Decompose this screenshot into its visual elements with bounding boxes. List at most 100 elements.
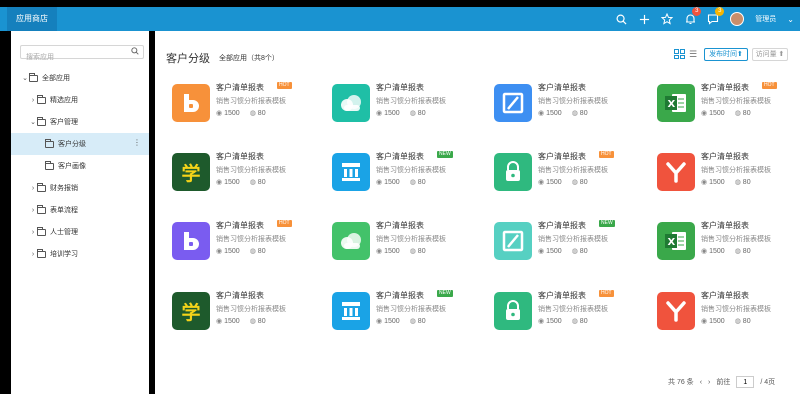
app-description: 销售习惯分析报表模板 bbox=[538, 236, 608, 243]
app-title[interactable]: 客户清单报表 bbox=[216, 290, 264, 301]
lock-icon[interactable] bbox=[494, 292, 532, 330]
user-name[interactable]: 管理员 bbox=[755, 14, 776, 24]
chevron-right-icon[interactable]: › bbox=[29, 185, 37, 192]
b-logo-icon[interactable] bbox=[172, 84, 210, 122]
page-input[interactable] bbox=[736, 376, 755, 388]
chevron-down-icon[interactable]: ⌄ bbox=[21, 74, 29, 82]
view-count: 1500 bbox=[224, 248, 240, 255]
y-logo-icon[interactable] bbox=[657, 153, 695, 191]
app-card[interactable]: 客户清单报表 NEW 销售习惯分析报表模板 ◉ 1500 ◍ 80 bbox=[494, 220, 644, 266]
app-card[interactable]: 客户清单报表 销售习惯分析报表模板 ◉ 1500 ◍ 80 bbox=[332, 220, 482, 266]
avatar[interactable] bbox=[730, 12, 745, 26]
app-card[interactable]: 客户清单报表 销售习惯分析报表模板 ◉ 1500 ◍ 80 bbox=[657, 290, 800, 336]
app-card[interactable]: 客户清单报表 HOT 销售习惯分析报表模板 ◉ 1500 ◍ 80 bbox=[172, 220, 322, 266]
status-badge: HOT bbox=[599, 151, 614, 158]
chevron-right-icon[interactable]: › bbox=[29, 97, 37, 104]
app-card[interactable]: 学客户清单报表 销售习惯分析报表模板 ◉ 1500 ◍ 80 bbox=[172, 290, 322, 336]
sidebar-item[interactable]: › 精选应用 bbox=[11, 89, 149, 111]
app-title[interactable]: 客户清单报表 bbox=[538, 220, 586, 231]
bank-icon[interactable] bbox=[332, 292, 370, 330]
view-count: 1500 bbox=[709, 110, 725, 117]
sidebar-item[interactable]: › 培训学习 bbox=[11, 243, 149, 265]
app-stats: ◉ 1500 ◍ 80 bbox=[376, 178, 426, 186]
chevron-down-icon[interactable]: ⌄ bbox=[29, 118, 37, 126]
sort-publish-time-button[interactable]: 发布时间⬆ bbox=[704, 48, 748, 61]
app-title[interactable]: 客户清单报表 bbox=[376, 220, 424, 231]
sort-visits-button[interactable]: 访问量 ⬆ bbox=[752, 48, 788, 61]
comment-icon: ◍ bbox=[571, 110, 578, 117]
star-icon[interactable] bbox=[661, 13, 674, 25]
next-page-icon[interactable]: › bbox=[708, 379, 710, 386]
comment-icon: ◍ bbox=[249, 318, 256, 325]
view-count: 1500 bbox=[546, 110, 562, 117]
sidebar-item[interactable]: › 财务报销 bbox=[11, 177, 149, 199]
excel-icon[interactable]: X bbox=[657, 222, 695, 260]
chevron-right-icon[interactable]: › bbox=[29, 207, 37, 214]
chevron-right-icon[interactable]: › bbox=[29, 229, 37, 236]
search-icon[interactable] bbox=[131, 47, 139, 57]
sidebar-item-label: 表单流程 bbox=[50, 207, 78, 214]
tab-app-store[interactable]: 应用商店 bbox=[7, 7, 57, 31]
sidebar-item[interactable]: 客户画像 bbox=[11, 155, 149, 177]
sidebar-item[interactable]: ⌄ 全部应用 bbox=[11, 67, 149, 89]
sidebar-item[interactable]: › 表单流程 bbox=[11, 199, 149, 221]
app-description: 销售习惯分析报表模板 bbox=[538, 306, 608, 313]
app-card[interactable]: 客户清单报表 HOT 销售习惯分析报表模板 ◉ 1500 ◍ 80 bbox=[494, 290, 644, 336]
plus-icon[interactable] bbox=[638, 13, 650, 25]
slash-box-icon[interactable] bbox=[494, 84, 532, 122]
search-icon[interactable] bbox=[615, 13, 627, 25]
app-stats: ◉ 1500 ◍ 80 bbox=[538, 178, 588, 186]
app-title[interactable]: 客户清单报表 bbox=[701, 220, 749, 231]
search-input[interactable] bbox=[21, 51, 129, 64]
cloud-icon[interactable] bbox=[332, 84, 370, 122]
study-icon[interactable]: 学 bbox=[172, 153, 210, 191]
svg-text:X: X bbox=[668, 237, 676, 248]
study-icon[interactable]: 学 bbox=[172, 292, 210, 330]
chevron-right-icon[interactable]: › bbox=[29, 251, 37, 258]
lock-icon[interactable] bbox=[494, 153, 532, 191]
app-card[interactable]: X 客户清单报表 HOT 销售习惯分析报表模板 ◉ 1500 ◍ 80 bbox=[657, 82, 800, 128]
sidebar-item[interactable]: 客户分级 ⋮ bbox=[11, 133, 149, 155]
app-title[interactable]: 客户清单报表 bbox=[216, 220, 264, 231]
app-card[interactable]: 客户清单报表 HOT 销售习惯分析报表模板 ◉ 1500 ◍ 80 bbox=[172, 82, 322, 128]
comment-count: 80 bbox=[579, 318, 588, 325]
sidebar-item[interactable]: ⌄ 客户管理 bbox=[11, 111, 149, 133]
slash-box-icon[interactable] bbox=[494, 222, 532, 260]
app-card[interactable]: 客户清单报表 HOT 销售习惯分析报表模板 ◉ 1500 ◍ 80 bbox=[494, 151, 644, 197]
app-card[interactable]: X 客户清单报表 销售习惯分析报表模板 ◉ 1500 ◍ 80 bbox=[657, 220, 800, 266]
list-view-icon[interactable]: ☰ bbox=[689, 49, 697, 59]
app-card[interactable]: 学客户清单报表 销售习惯分析报表模板 ◉ 1500 ◍ 80 bbox=[172, 151, 322, 197]
bank-icon[interactable] bbox=[332, 153, 370, 191]
bell-icon[interactable]: 3 bbox=[684, 7, 702, 25]
more-icon[interactable]: ⋮ bbox=[133, 138, 141, 147]
app-card[interactable]: 客户清单报表 NEW 销售习惯分析报表模板 ◉ 1500 ◍ 80 bbox=[332, 290, 482, 336]
excel-icon[interactable]: X bbox=[657, 84, 695, 122]
grid-view-icon[interactable] bbox=[674, 49, 685, 59]
chevron-down-icon[interactable]: ⌄ bbox=[787, 15, 794, 24]
status-badge: HOT bbox=[762, 82, 777, 89]
app-title[interactable]: 客户清单报表 bbox=[376, 151, 424, 162]
app-stats: ◉ 1500 ◍ 80 bbox=[538, 317, 588, 325]
folder-icon bbox=[37, 94, 46, 104]
app-title[interactable]: 客户清单报表 bbox=[216, 82, 264, 93]
cloud-icon[interactable] bbox=[332, 222, 370, 260]
b-logo-icon[interactable] bbox=[172, 222, 210, 260]
app-card[interactable]: 客户清单报表 销售习惯分析报表模板 ◉ 1500 ◍ 80 bbox=[657, 151, 800, 197]
app-title[interactable]: 客户清单报表 bbox=[538, 151, 586, 162]
app-card[interactable]: 客户清单报表 销售习惯分析报表模板 ◉ 1500 ◍ 80 bbox=[494, 82, 644, 128]
prev-page-icon[interactable]: ‹ bbox=[700, 379, 702, 386]
sidebar-item[interactable]: › 人士管理 bbox=[11, 221, 149, 243]
app-card[interactable]: 客户清单报表 销售习惯分析报表模板 ◉ 1500 ◍ 80 bbox=[332, 82, 482, 128]
app-title[interactable]: 客户清单报表 bbox=[701, 82, 749, 93]
y-logo-icon[interactable] bbox=[657, 292, 695, 330]
app-title[interactable]: 客户清单报表 bbox=[376, 82, 424, 93]
comment-count: 80 bbox=[257, 179, 266, 186]
message-icon[interactable]: 3 bbox=[707, 7, 725, 25]
app-title[interactable]: 客户清单报表 bbox=[538, 290, 586, 301]
app-title[interactable]: 客户清单报表 bbox=[701, 290, 749, 301]
app-title[interactable]: 客户清单报表 bbox=[376, 290, 424, 301]
app-title[interactable]: 客户清单报表 bbox=[701, 151, 749, 162]
app-title[interactable]: 客户清单报表 bbox=[216, 151, 264, 162]
app-title[interactable]: 客户清单报表 bbox=[538, 82, 586, 93]
app-card[interactable]: 客户清单报表 NEW 销售习惯分析报表模板 ◉ 1500 ◍ 80 bbox=[332, 151, 482, 197]
